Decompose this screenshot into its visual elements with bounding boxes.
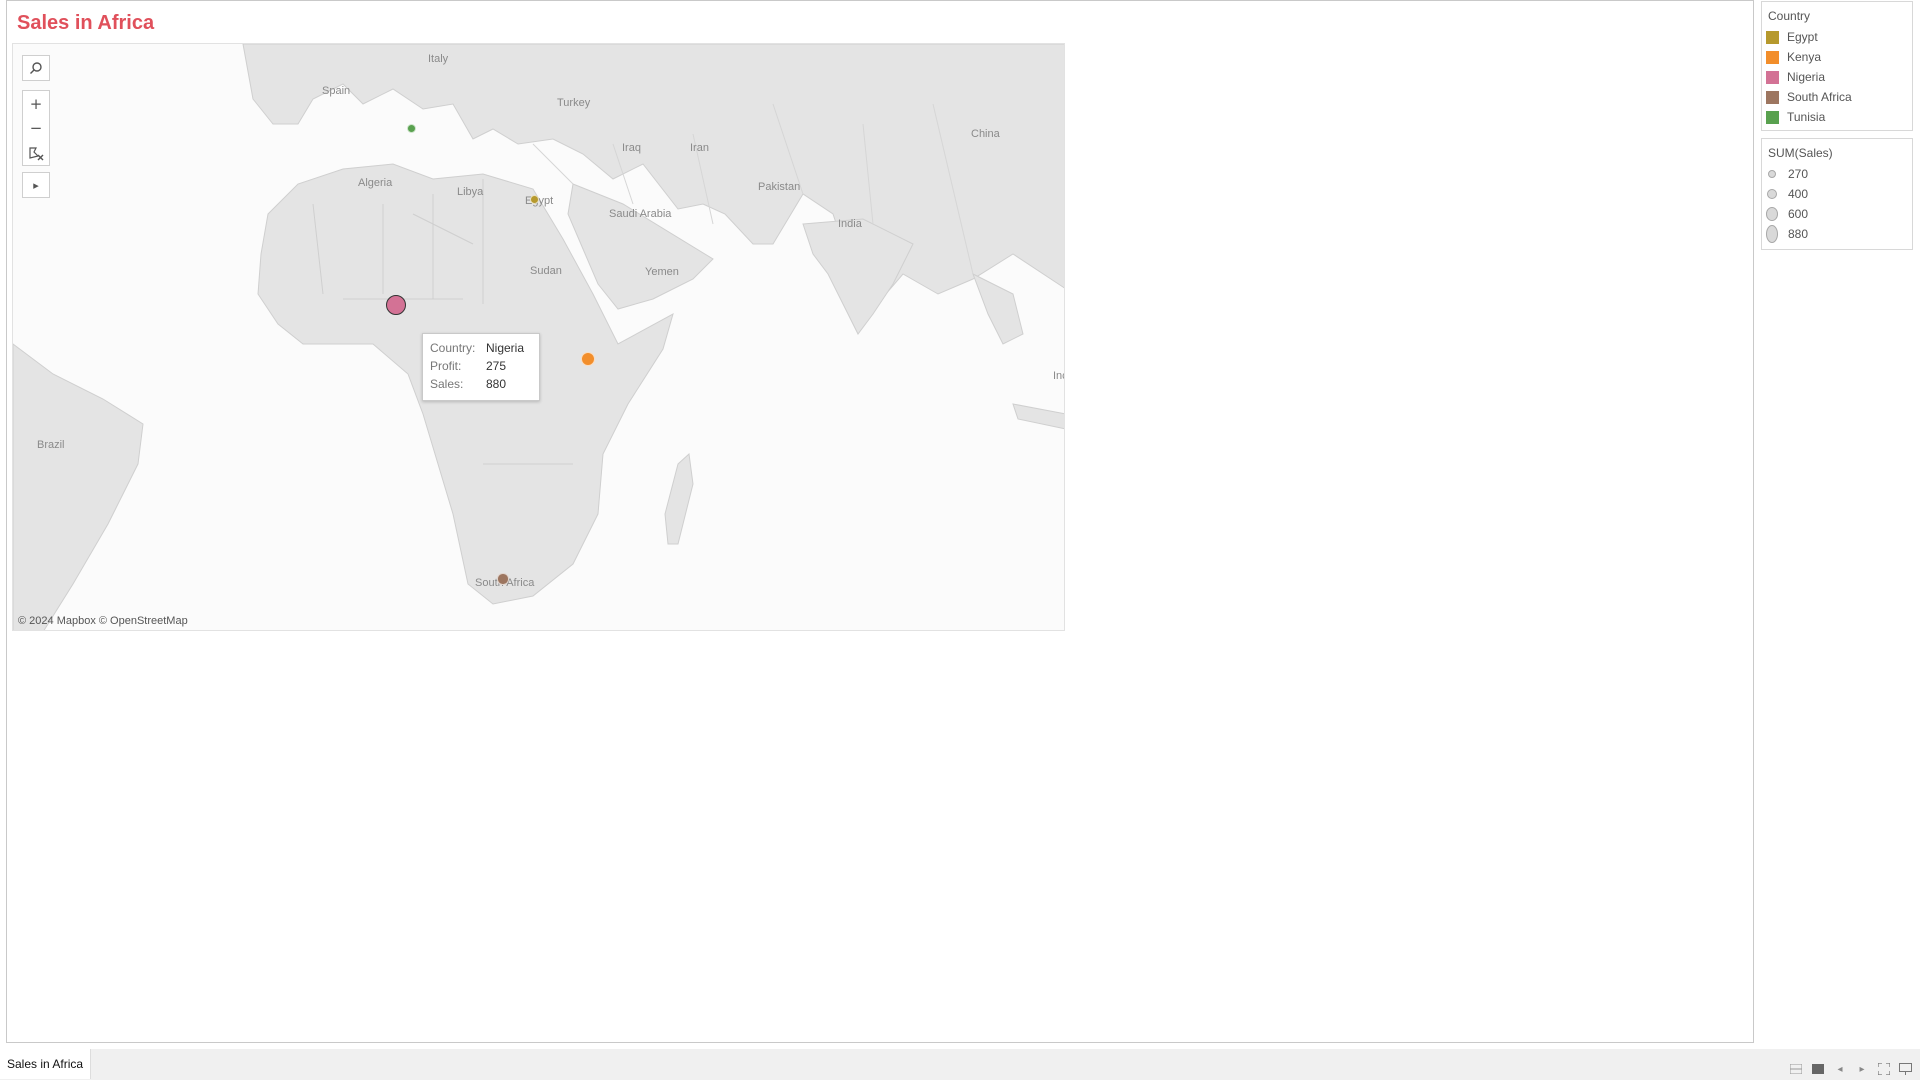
legend-item-kenya[interactable]: Kenya <box>1762 47 1912 67</box>
play-icon: ▸ <box>33 178 39 192</box>
pin-clear-icon <box>29 146 44 160</box>
tooltip-profit-value: 275 <box>486 359 507 373</box>
tooltip-country-value: Nigeria <box>486 341 525 355</box>
map-label-indonesia-partial: Inc <box>1053 370 1064 382</box>
size-legend-label: 600 <box>1788 207 1809 221</box>
next-sheet-icon[interactable]: ▸ <box>1855 1063 1869 1075</box>
size-legend-label: 270 <box>1788 167 1809 181</box>
map-label-sudan: Sudan <box>530 265 562 277</box>
plus-icon: + <box>29 94 43 113</box>
legend-item-south-africa[interactable]: South Africa <box>1762 87 1912 107</box>
map-label-china: China <box>971 128 1000 140</box>
size-legend-item[interactable]: 880 <box>1762 224 1912 244</box>
map-search-button[interactable] <box>22 55 50 81</box>
legend-label: Tunisia <box>1787 110 1826 124</box>
size-circle-icon <box>1767 169 1777 179</box>
tooltip-sales-value: 880 <box>486 377 507 391</box>
map-label-brazil: Brazil <box>37 439 65 451</box>
legend-swatch <box>1766 110 1779 124</box>
dashboard-title: Sales in Africa <box>17 12 155 34</box>
reset-map-button[interactable] <box>22 140 50 166</box>
map-label-libya: Libya <box>457 186 484 198</box>
map-label-pakistan: Pakistan <box>758 181 801 193</box>
legend-item-nigeria[interactable]: Nigeria <box>1762 67 1912 87</box>
tooltip-profit-key: Profit: <box>430 359 462 373</box>
map-label-iraq: Iraq <box>622 142 641 154</box>
tooltip-country-key: Country: <box>430 341 476 355</box>
tooltip-sales-key: Sales: <box>430 377 464 391</box>
legend-label: Nigeria <box>1787 70 1826 84</box>
map-mark-egypt[interactable] <box>529 194 539 204</box>
map-label-saudi-arabia: Saudi Arabia <box>609 208 672 220</box>
size-circle-icon <box>1766 207 1778 221</box>
fullscreen-icon[interactable] <box>1877 1063 1891 1075</box>
legend-swatch <box>1766 50 1779 64</box>
size-legend: SUM(Sales) 270 400 600 880 <box>1761 138 1913 250</box>
zoom-out-button[interactable]: − <box>22 115 50 141</box>
size-legend-item[interactable]: 400 <box>1762 184 1912 204</box>
map-label-italy: Italy <box>428 53 449 65</box>
map-label-algeria: Algeria <box>358 177 393 189</box>
prev-sheet-icon[interactable]: ◂ <box>1833 1063 1847 1075</box>
map-attribution[interactable]: © 2024 Mapbox © OpenStreetMap <box>18 615 188 627</box>
size-legend-item[interactable]: 600 <box>1762 204 1912 224</box>
legend-swatch <box>1766 90 1779 104</box>
map-label-iran: Iran <box>690 142 709 154</box>
single-view-icon[interactable] <box>1811 1063 1825 1075</box>
map-mark-south-africa[interactable] <box>497 573 509 585</box>
size-legend-title: SUM(Sales) <box>1768 146 1833 160</box>
sheet-tab-bar: Sales in Africa <box>0 1049 1920 1080</box>
map-label-spain: Spain <box>322 85 351 97</box>
search-icon <box>30 62 42 74</box>
zoom-in-button[interactable]: + <box>22 90 50 116</box>
legend-label: Egypt <box>1787 30 1818 44</box>
map-label-egypt: Egypt <box>525 195 554 207</box>
sheet-tab-sales-in-africa[interactable]: Sales in Africa <box>0 1049 92 1079</box>
legend-item-egypt[interactable]: Egypt <box>1762 27 1912 47</box>
size-circle-icon <box>1766 188 1778 200</box>
grid-view-icon[interactable] <box>1789 1063 1803 1075</box>
map-toolbar-expand-button[interactable]: ▸ <box>22 172 50 198</box>
legend-item-tunisia[interactable]: Tunisia <box>1762 107 1912 127</box>
map-label-yemen: Yemen <box>645 266 679 278</box>
size-circle-icon <box>1766 225 1778 243</box>
map-label-india: India <box>838 218 862 230</box>
color-legend: Country Egypt Kenya Nigeria South Africa… <box>1761 1 1913 131</box>
map-mark-nigeria[interactable] <box>386 295 406 315</box>
map-mark-tunisia[interactable] <box>406 123 416 133</box>
legend-swatch <box>1766 70 1779 84</box>
legend-label: South Africa <box>1787 90 1852 104</box>
legend-swatch <box>1766 30 1779 44</box>
color-legend-title: Country <box>1768 9 1811 23</box>
minus-icon: − <box>29 119 43 137</box>
present-icon[interactable] <box>1898 1063 1912 1075</box>
size-legend-item[interactable]: 270 <box>1762 164 1912 184</box>
size-legend-label: 400 <box>1788 187 1809 201</box>
size-legend-label: 880 <box>1788 227 1809 241</box>
legend-label: Kenya <box>1787 50 1822 64</box>
mark-tooltip: Country: Nigeria Profit: 275 Sales: 880 <box>422 333 540 401</box>
map-label-turkey: Turkey <box>557 97 591 109</box>
